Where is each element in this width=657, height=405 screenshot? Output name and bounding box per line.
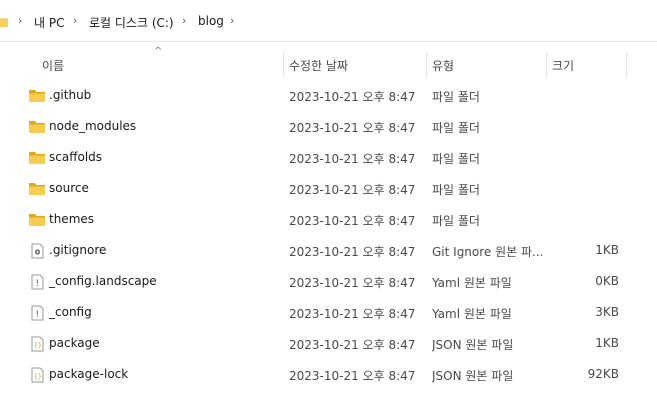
file-name: scaffolds [49, 150, 103, 164]
file-row[interactable]: ! _config 2023-10-21 오후 8:47 Yaml 원본 파일 … [0, 297, 657, 328]
yaml-file-icon: ! [31, 305, 44, 321]
chevron-right-icon[interactable]: › [182, 14, 186, 27]
file-type: 파일 폴더 [432, 121, 480, 135]
file-size: 0KB [595, 274, 619, 288]
file-type: 파일 폴더 [432, 214, 480, 228]
folder-icon [29, 121, 45, 133]
file-row[interactable]: ! _config.landscape 2023-10-21 오후 8:47 Y… [0, 266, 657, 297]
file-row[interactable]: themes 2023-10-21 오후 8:47 파일 폴더 [0, 204, 657, 235]
file-date: 2023-10-21 오후 8:47 [289, 183, 416, 197]
file-type: JSON 원본 파일 [432, 338, 514, 352]
column-divider[interactable] [426, 52, 427, 78]
file-name: themes [49, 212, 95, 226]
file-date: 2023-10-21 오후 8:47 [289, 369, 416, 383]
file-type: Git Ignore 원본 파... [432, 245, 542, 259]
folder-icon [29, 183, 45, 195]
file-size: 92KB [587, 367, 619, 381]
gear-file-icon [31, 243, 44, 259]
breadcrumb-item-local-disk[interactable]: 로컬 디스크 (C:) [89, 14, 174, 31]
svg-text:{}: {} [34, 373, 42, 381]
file-size: 1KB [595, 243, 619, 257]
svg-text:{}: {} [34, 342, 42, 350]
file-date: 2023-10-21 오후 8:47 [289, 307, 416, 321]
file-size: 1KB [595, 336, 619, 350]
file-row[interactable]: {} package-lock 2023-10-21 오후 8:47 JSON … [0, 359, 657, 390]
file-type: Yaml 원본 파일 [432, 276, 512, 290]
column-header-size[interactable]: 크기 [552, 57, 574, 74]
file-row[interactable]: .gitignore 2023-10-21 오후 8:47 Git Ignore… [0, 235, 657, 266]
file-row[interactable]: source 2023-10-21 오후 8:47 파일 폴더 [0, 173, 657, 204]
folder-icon [29, 214, 45, 226]
file-name: source [49, 181, 89, 195]
svg-text:!: ! [36, 279, 40, 289]
file-date: 2023-10-21 오후 8:47 [289, 90, 416, 104]
file-date: 2023-10-21 오후 8:47 [289, 276, 416, 290]
folder-icon [0, 18, 8, 27]
column-header-date[interactable]: 수정한 날짜 [289, 57, 348, 74]
file-date: 2023-10-21 오후 8:47 [289, 121, 416, 135]
file-date: 2023-10-21 오후 8:47 [289, 338, 416, 352]
file-size: 3KB [595, 305, 619, 319]
file-type: Yaml 원본 파일 [432, 307, 512, 321]
file-row[interactable]: scaffolds 2023-10-21 오후 8:47 파일 폴더 [0, 142, 657, 173]
file-name: package-lock [49, 367, 129, 381]
file-name: .gitignore [49, 243, 107, 257]
json-file-icon: {} [31, 336, 44, 352]
file-date: 2023-10-21 오후 8:47 [289, 152, 416, 166]
file-name: _config.landscape [49, 274, 157, 288]
chevron-right-icon[interactable]: › [73, 14, 77, 27]
yaml-file-icon: ! [31, 274, 44, 290]
breadcrumb-item-this-pc[interactable]: 내 PC [34, 14, 64, 31]
file-date: 2023-10-21 오후 8:47 [289, 245, 416, 259]
folder-icon [29, 152, 45, 164]
svg-text:!: ! [36, 310, 40, 320]
json-file-icon: {} [31, 367, 44, 383]
file-row[interactable]: node_modules 2023-10-21 오후 8:47 파일 폴더 [0, 111, 657, 142]
column-divider[interactable] [626, 52, 627, 78]
file-name: _config [49, 305, 92, 319]
file-date: 2023-10-21 오후 8:47 [289, 214, 416, 228]
file-row[interactable]: {} package 2023-10-21 오후 8:47 JSON 원본 파일… [0, 328, 657, 359]
sort-ascending-icon: ^ [154, 46, 163, 57]
file-type: 파일 폴더 [432, 152, 480, 166]
breadcrumb[interactable]: › 내 PC › 로컬 디스크 (C:) › blog › [0, 0, 657, 42]
breadcrumb-item-blog[interactable]: blog [198, 14, 224, 28]
file-type: JSON 원본 파일 [432, 369, 514, 383]
chevron-right-icon[interactable]: › [230, 14, 234, 27]
file-name: package [49, 336, 100, 350]
file-name: node_modules [49, 119, 137, 133]
file-row[interactable]: .github 2023-10-21 오후 8:47 파일 폴더 [0, 80, 657, 111]
column-header: ^ 이름 수정한 날짜 유형 크기 [0, 42, 657, 80]
column-header-type[interactable]: 유형 [432, 57, 454, 74]
file-name: .github [49, 88, 92, 102]
chevron-right-icon: › [18, 14, 23, 27]
file-type: 파일 폴더 [432, 90, 480, 104]
file-type: 파일 폴더 [432, 183, 480, 197]
column-divider[interactable] [283, 52, 284, 78]
folder-icon [29, 90, 45, 102]
column-header-name[interactable]: 이름 [42, 57, 64, 74]
column-divider[interactable] [546, 52, 547, 78]
